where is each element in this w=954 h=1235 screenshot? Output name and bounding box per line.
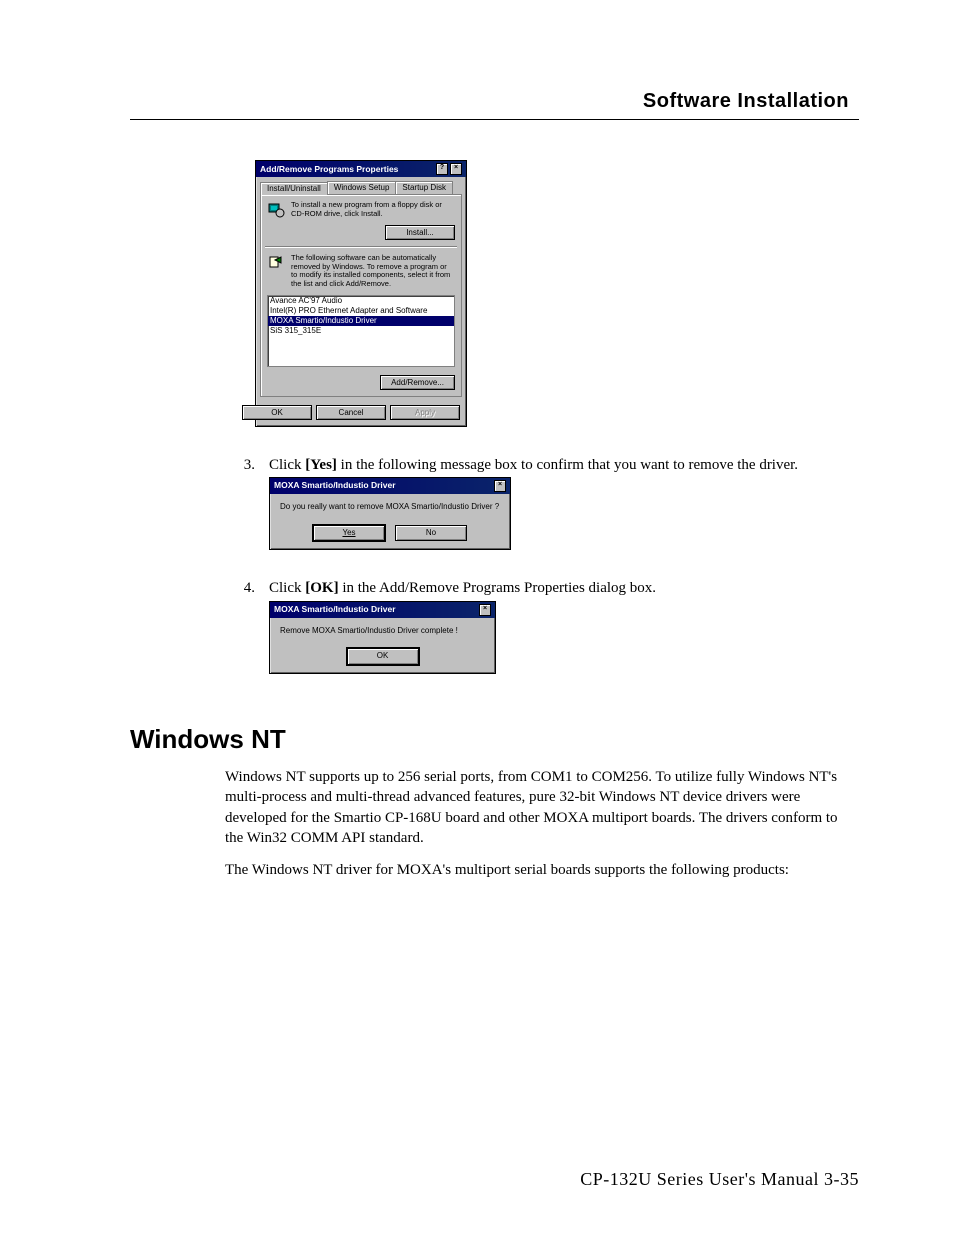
install-text: To install a new program from a floppy d…: [291, 201, 455, 218]
tab-startup-disk[interactable]: Startup Disk: [395, 181, 453, 194]
step-text-bold: [Yes]: [305, 457, 337, 473]
ok-button[interactable]: OK: [242, 405, 312, 420]
dialog-message: Remove MOXA Smartio/Industio Driver comp…: [270, 618, 495, 645]
step-text-post: in the following message box to confirm …: [337, 457, 798, 473]
apply-button: Apply: [390, 405, 460, 420]
confirm-dialog: MOXA Smartio/Industio Driver × Do you re…: [269, 477, 511, 551]
step-text: Click [Yes] in the following message box…: [269, 455, 859, 551]
step-text-pre: Click: [269, 580, 305, 596]
help-icon[interactable]: ?: [436, 163, 448, 175]
step-text-post: in the Add/Remove Programs Properties di…: [339, 580, 656, 596]
programs-listbox[interactable]: Avance AC'97 Audio Intel(R) PRO Ethernet…: [267, 295, 455, 367]
dialog-titlebar: Add/Remove Programs Properties ? ×: [256, 161, 466, 177]
body-paragraph: The Windows NT driver for MOXA's multipo…: [225, 860, 859, 880]
dialog-title: MOXA Smartio/Industio Driver: [274, 604, 396, 615]
tab-windows-setup[interactable]: Windows Setup: [327, 181, 397, 194]
remove-text: The following software can be automatica…: [291, 254, 455, 289]
yes-button[interactable]: Yes: [313, 525, 385, 542]
list-item[interactable]: Intel(R) PRO Ethernet Adapter and Softwa…: [268, 306, 454, 316]
close-icon[interactable]: ×: [450, 163, 462, 175]
no-button[interactable]: No: [395, 525, 467, 542]
close-icon[interactable]: ×: [479, 604, 491, 616]
tab-body: To install a new program from a floppy d…: [260, 194, 462, 397]
ok-button[interactable]: OK: [347, 648, 419, 665]
step-number: 4.: [225, 578, 255, 674]
dialog-tabs: Install/Uninstall Windows Setup Startup …: [260, 181, 462, 194]
uninstall-icon: [267, 254, 285, 272]
section-heading: Windows NT: [130, 724, 859, 755]
header-rule: [130, 119, 859, 120]
cancel-button[interactable]: Cancel: [316, 405, 386, 420]
install-icon: [267, 201, 285, 219]
complete-dialog: MOXA Smartio/Industio Driver × Remove MO…: [269, 601, 496, 675]
dialog-title: Add/Remove Programs Properties: [260, 164, 398, 174]
dialog-title: MOXA Smartio/Industio Driver: [274, 480, 396, 491]
list-item-selected[interactable]: MOXA Smartio/Industio Driver: [268, 316, 454, 326]
dialog-titlebar: MOXA Smartio/Industio Driver ×: [270, 602, 495, 618]
step-text-pre: Click: [269, 457, 305, 473]
tab-install-uninstall[interactable]: Install/Uninstall: [260, 182, 328, 195]
install-button[interactable]: Install...: [385, 225, 455, 240]
step-number: 3.: [225, 455, 255, 551]
dialog-message: Do you really want to remove MOXA Smarti…: [270, 494, 510, 521]
list-item[interactable]: SiS 315_315E: [268, 326, 454, 336]
step-text-bold: [OK]: [305, 580, 338, 596]
list-item[interactable]: Avance AC'97 Audio: [268, 296, 454, 306]
step-text: Click [OK] in the Add/Remove Programs Pr…: [269, 578, 859, 674]
add-remove-button[interactable]: Add/Remove...: [380, 375, 455, 390]
page-footer: CP-132U Series User's Manual 3-35: [580, 1169, 859, 1190]
close-icon[interactable]: ×: [494, 480, 506, 492]
page-header-title: Software Installation: [130, 90, 849, 113]
body-paragraph: Windows NT supports up to 256 serial por…: [225, 767, 859, 848]
dialog-titlebar: MOXA Smartio/Industio Driver ×: [270, 478, 510, 494]
add-remove-programs-dialog: Add/Remove Programs Properties ? × Insta…: [255, 160, 467, 427]
